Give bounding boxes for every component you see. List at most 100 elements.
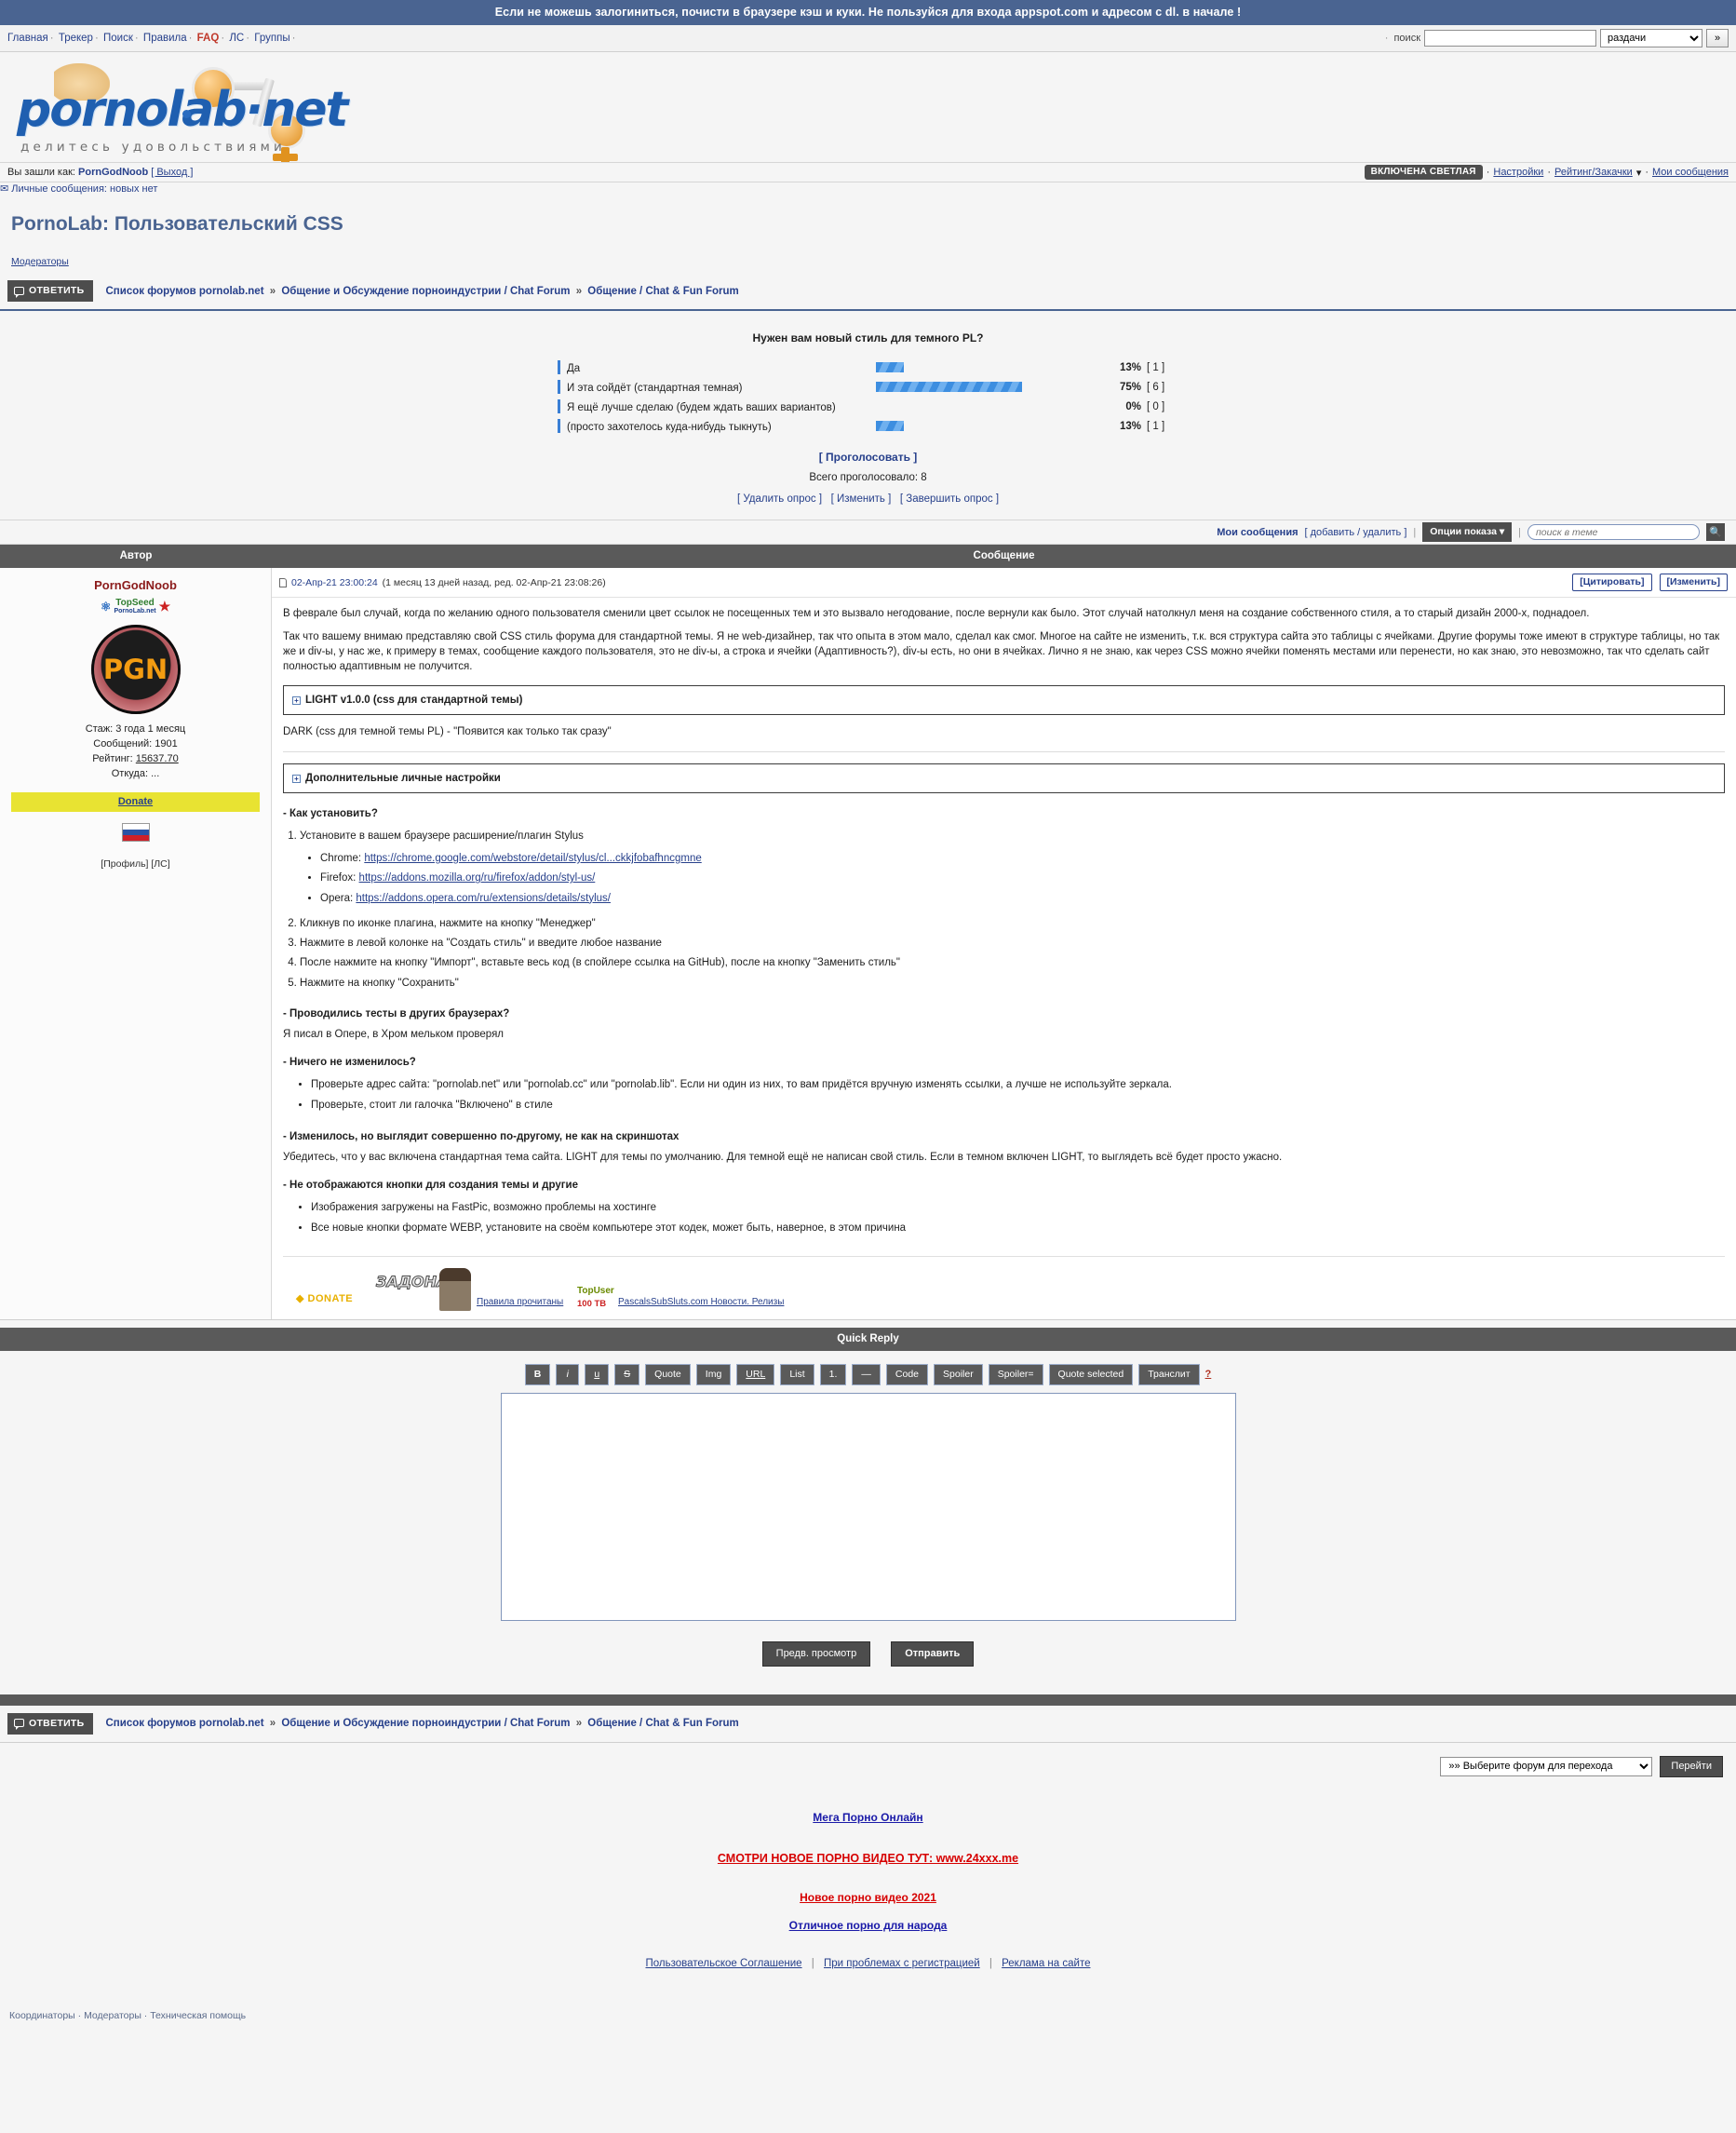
bbcode-list-button[interactable]: List [780,1363,814,1385]
bbcode-spoiler-button[interactable]: Spoiler [934,1363,983,1385]
footer-link-narod[interactable]: Отличное порно для народа [789,1919,948,1932]
poll-section: Нужен вам новый стиль для темного PL? Да… [0,311,1736,520]
pascals-link[interactable]: PascalsSubSluts.com Новости. Релизы [618,1297,784,1307]
breadcrumb-item-0[interactable]: Список форумов pornolab.net [106,1718,264,1729]
breadcrumb-item-1[interactable]: Общение и Обсуждение порноиндустрии / Ch… [281,1718,570,1729]
footer-link-coordinators[interactable]: Координаторы [9,2010,75,2021]
bbcode-hr-button[interactable]: — [852,1363,881,1385]
bbcode-underline-button[interactable]: u [585,1363,610,1385]
quote-button[interactable]: [Цитировать] [1572,574,1652,591]
poll-total: Всего проголосовало: 8 [809,472,927,483]
rules-read-link[interactable]: Правила прочитаны [477,1297,563,1307]
submit-button[interactable]: Отправить [891,1640,975,1667]
faq-heading-install: - Как установить? [283,807,378,819]
bbcode-translit-button[interactable]: Транслит [1138,1363,1200,1385]
venus-cross-horizontal [273,154,298,161]
poll-vote-button[interactable]: [ Проголосовать ] [819,451,918,464]
edit-button[interactable]: [Изменить] [1659,574,1728,591]
thread-search-icon[interactable]: 🔍 [1706,523,1725,541]
poll-delete-button[interactable]: [ Удалить опрос ] [737,493,822,505]
poll-votes: [ 1 ] [1147,420,1165,432]
bbcode-code-button[interactable]: Code [885,1363,929,1385]
avatar[interactable]: PGN [90,625,181,714]
signature-donate-badge[interactable]: ◆ DONATE [296,1292,353,1306]
bbcode-strike-button[interactable]: S [614,1363,640,1385]
footer-link-tech-support[interactable]: Техническая помощь [150,2010,246,2021]
faq-heading-different: - Изменилось, но выглядит совершенно по-… [283,1130,680,1142]
bbcode-bold-button[interactable]: B [524,1363,551,1385]
chevron-down-icon[interactable]: ▾ [1636,167,1642,179]
bbcode-ordered-list-button[interactable]: 1. [819,1363,847,1385]
moderators-link[interactable]: Модераторы [11,256,69,267]
donate-banner[interactable]: Donate [11,791,260,812]
search-scope-select[interactable]: раздачи [1600,29,1702,47]
thread-add-remove-link[interactable]: [ добавить / удалить ] [1305,527,1407,538]
breadcrumb-item-1[interactable]: Общение и Обсуждение порноиндустрии / Ch… [281,286,570,297]
breadcrumb-item-2[interactable]: Общение / Chat & Fun Forum [587,1718,738,1729]
my-messages-link[interactable]: Мои сообщения [1652,167,1729,178]
chrome-store-link[interactable]: https://chrome.google.com/webstore/detai… [364,853,701,864]
search-input[interactable] [1424,30,1596,47]
breadcrumb-item-2[interactable]: Общение / Chat & Fun Forum [587,286,738,297]
thread-my-messages-link[interactable]: Мои сообщения [1217,527,1298,538]
bbcode-toolbar: B i u S Quote Img URL List 1. — Code Spo… [0,1363,1736,1385]
site-logo[interactable]: pornolab·net делитесь удовольствиями [9,61,348,168]
nav-item-rules[interactable]: Правила [143,33,187,44]
settings-link[interactable]: Настройки [1493,167,1543,178]
spoiler-extra-settings[interactable]: + Дополнительные личные настройки [283,763,1725,793]
faq-answer-browsers: Я писал в Опере, в Хром мельком проверял [283,1028,505,1040]
theme-badge[interactable]: ВКЛЮЧЕНА СВЕТЛАЯ [1364,165,1483,180]
bbcode-quote-button[interactable]: Quote [645,1363,691,1385]
logo-tagline: делитесь удовольствиями [20,140,286,155]
pm-status-link[interactable]: Личные сообщения: новых нет [11,183,157,195]
spoiler-light-css[interactable]: + LIGHT v1.0.0 (css для стандартной темы) [283,685,1725,716]
poll-marker [558,380,560,394]
reply-button-top[interactable]: ОТВЕТИТЬ [7,280,93,302]
bbcode-quote-selected-button[interactable]: Quote selected [1048,1363,1134,1385]
nav-item-search[interactable]: Поиск [103,33,133,44]
footer-link-advertising[interactable]: Реклама на сайте [1002,1958,1090,1969]
column-header-message: Сообщение [272,545,1736,568]
post-author-name[interactable]: PornGodNoob [6,578,265,592]
opera-addon-link[interactable]: https://addons.opera.com/ru/extensions/d… [356,893,611,904]
footer-link-registration-help[interactable]: При проблемах с регистрацией [824,1958,980,1969]
post-timestamp[interactable]: 02-Апр-21 23:00:24 [291,577,378,588]
forum-jump-select[interactable]: »» Выберите форум для перехода [1440,1756,1653,1776]
bbcode-help-icon[interactable]: ? [1205,1369,1212,1380]
rating-downloads-link[interactable]: Рейтинг/Закачки [1554,167,1633,178]
footer-link-new2021[interactable]: Новое порно видео 2021 [800,1891,936,1904]
thread-search-input[interactable] [1527,524,1700,540]
footer-link-moderators[interactable]: Модераторы [84,2010,141,2021]
preview-button[interactable]: Предв. просмотр [761,1640,871,1667]
reply-button-bottom[interactable]: ОТВЕТИТЬ [7,1712,93,1735]
breadcrumb-item-0[interactable]: Список форумов pornolab.net [106,286,264,297]
install-step: Кликнув по иконке плагина, нажмите на кн… [300,914,1725,934]
nav-item-groups[interactable]: Группы [254,33,289,44]
logout-link[interactable]: [ Выход ] [151,167,193,178]
bbcode-url-button[interactable]: URL [736,1363,775,1385]
display-options-button[interactable]: Опции показа ▾ [1422,522,1513,542]
donate-link[interactable]: Donate [118,796,153,807]
footer-link-mega[interactable]: Мега Порно Онлайн [813,1811,922,1824]
nav-item-pm[interactable]: ЛС [229,33,244,44]
forum-jump-go-button[interactable]: Перейти [1660,1755,1723,1777]
nav-item-tracker[interactable]: Трекер [59,33,93,44]
footer-link-agreement[interactable]: Пользовательское Соглашение [646,1958,802,1969]
nav-item-home[interactable]: Главная [7,33,48,44]
firefox-addon-link[interactable]: https://addons.mozilla.org/ru/firefox/ad… [359,872,596,884]
author-profile-links[interactable]: [Профиль] [ЛС] [6,858,265,870]
post-message-column: 02-Апр-21 23:00:24 (1 месяц 13 дней наза… [272,568,1736,1319]
bbcode-italic-button[interactable]: i [556,1363,580,1385]
poll-votes: [ 0 ] [1147,400,1165,412]
signature-rules-link-wrap: Правила прочитаны [477,1296,563,1309]
bbcode-img-button[interactable]: Img [695,1363,732,1385]
bbcode-spoiler-named-button[interactable]: Spoiler= [988,1363,1043,1385]
nav-item-faq[interactable]: FAQ [197,33,220,44]
footer-link-24xxx[interactable]: СМОТРИ НОВОЕ ПОРНО ВИДЕО ТУТ: www.24xxx.… [718,1852,1018,1865]
breadcrumb-sep-1: » [575,1718,583,1730]
poll-finish-button[interactable]: [ Завершить опрос ] [900,493,999,505]
thread-tools-row: Мои сообщения [ добавить / удалить ] | О… [0,520,1736,545]
poll-edit-button[interactable]: [ Изменить ] [831,493,892,505]
quick-reply-textarea[interactable] [500,1392,1236,1621]
search-go-button[interactable]: » [1706,29,1729,47]
